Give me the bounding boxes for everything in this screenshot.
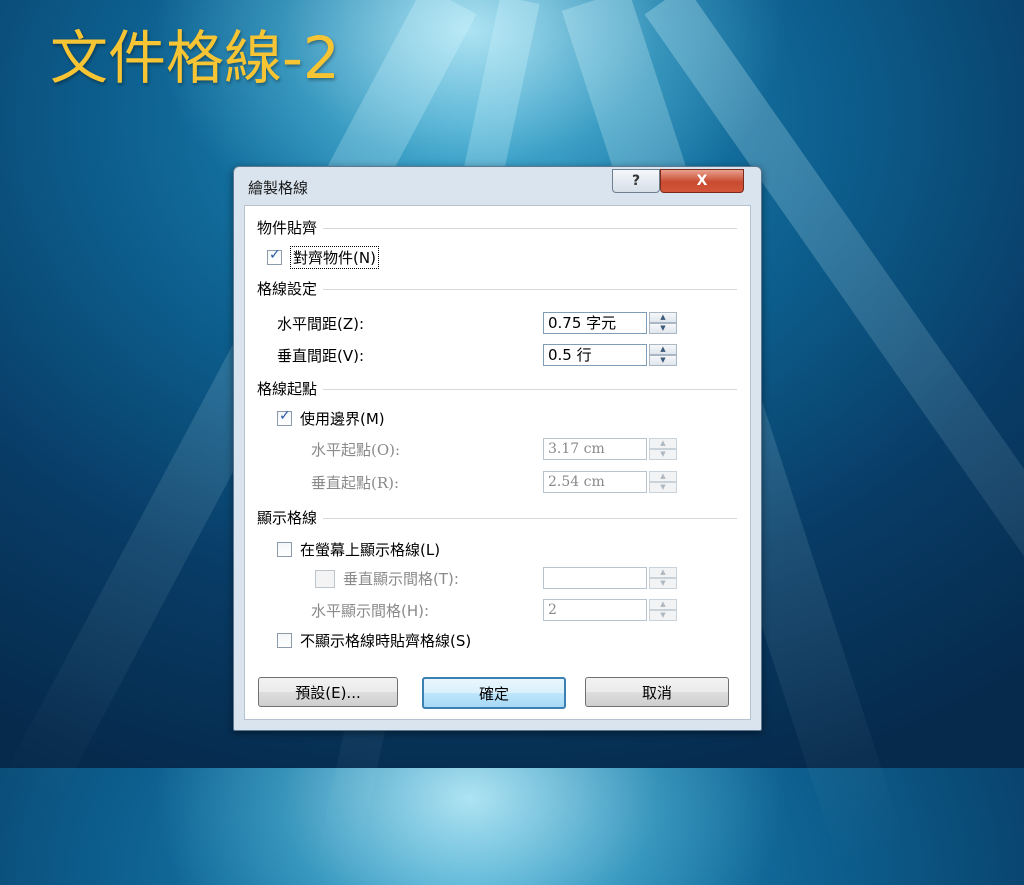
checkbox-box[interactable]: [277, 633, 292, 648]
spin-down-icon[interactable]: ▼: [649, 449, 677, 460]
vertical-spacing-label: 垂直間距(V):: [277, 345, 364, 366]
vertical-origin-input[interactable]: 2.54 cm: [543, 471, 647, 493]
check-icon: ✓: [269, 247, 281, 263]
dialog-titlebar[interactable]: 繪製格線 ? X: [234, 167, 761, 205]
checkbox-label: 對齊物件(N): [290, 246, 379, 269]
spin-buttons: ▲ ▼: [649, 599, 677, 621]
vertical-spacing-input[interactable]: 0.5 行: [543, 344, 647, 366]
group-label-show-grid: 顯示格線: [257, 507, 324, 528]
horizontal-spacing-input[interactable]: 0.75 字元: [543, 312, 647, 334]
snap-when-hidden-checkbox[interactable]: 不顯示格線時貼齊格線(S): [277, 630, 471, 651]
spin-down-icon[interactable]: ▼: [649, 610, 677, 621]
checkbox-box[interactable]: ✓: [267, 247, 282, 265]
button-label: 確定: [478, 684, 509, 703]
horizontal-spacing-stepper[interactable]: 0.75 字元 ▲ ▼: [543, 312, 679, 334]
snap-to-objects-checkbox[interactable]: ✓ 對齊物件(N): [267, 246, 379, 269]
close-button[interactable]: X: [660, 169, 744, 193]
label-text: 垂直起點(R):: [311, 474, 400, 492]
spin-up-icon[interactable]: ▲: [649, 567, 677, 578]
horizontal-origin-input[interactable]: 3.17 cm: [543, 438, 647, 460]
divider: [257, 228, 737, 229]
group-label-grid-origin: 格線起點: [257, 378, 324, 399]
horizontal-origin-label: 水平起點(O):: [311, 439, 400, 460]
slide-title: 文件格線-2: [50, 24, 340, 92]
horizontal-origin-stepper[interactable]: 3.17 cm ▲ ▼: [543, 438, 679, 460]
checkbox-box[interactable]: [277, 542, 292, 557]
close-icon: X: [696, 173, 708, 189]
label-text: 水平顯示間格(H):: [311, 602, 430, 620]
checkbox-label: 在螢幕上顯示格線(L): [300, 541, 441, 559]
horizontal-every-stepper[interactable]: 2 ▲ ▼: [543, 599, 679, 621]
spin-up-icon[interactable]: ▲: [649, 438, 677, 449]
dialog-title: 繪製格線: [248, 179, 309, 197]
spin-up-icon[interactable]: ▲: [649, 599, 677, 610]
help-icon: ?: [631, 173, 641, 189]
group-label-snap: 物件貼齊: [257, 217, 324, 238]
vertical-every-checkbox[interactable]: 垂直顯示間格(T):: [315, 568, 459, 589]
divider: [257, 389, 737, 390]
spin-down-icon[interactable]: ▼: [649, 482, 677, 493]
spin-up-icon[interactable]: ▲: [649, 344, 677, 355]
horizontal-every-label: 水平顯示間格(H):: [311, 600, 429, 621]
checkbox-box[interactable]: [315, 569, 335, 588]
ok-button[interactable]: 確定: [422, 677, 566, 709]
label-text: 垂直間距(V):: [277, 347, 365, 365]
spin-buttons: ▲ ▼: [649, 567, 677, 589]
spin-down-icon[interactable]: ▼: [649, 323, 677, 334]
button-label: 取消: [641, 683, 672, 702]
check-icon: ✓: [279, 408, 291, 424]
spin-down-icon[interactable]: ▼: [649, 578, 677, 589]
spin-down-icon[interactable]: ▼: [649, 355, 677, 366]
checkbox-label: 不顯示格線時貼齊格線(S): [300, 632, 472, 650]
horizontal-every-input[interactable]: 2: [543, 599, 647, 621]
label-text: 水平間距(Z):: [277, 315, 365, 333]
vertical-origin-stepper[interactable]: 2.54 cm ▲ ▼: [543, 471, 679, 493]
spin-buttons: ▲ ▼: [649, 471, 677, 493]
vertical-every-input[interactable]: [543, 567, 647, 589]
checkbox-box[interactable]: ✓: [277, 408, 292, 426]
display-on-screen-checkbox[interactable]: 在螢幕上顯示格線(L): [277, 539, 440, 560]
vertical-every-stepper[interactable]: ▲ ▼: [543, 567, 679, 589]
group-label-grid-settings: 格線設定: [257, 278, 324, 299]
use-margins-checkbox[interactable]: ✓ 使用邊界(M): [277, 408, 385, 429]
horizontal-spacing-label: 水平間距(Z):: [277, 313, 364, 334]
help-button[interactable]: ?: [612, 169, 660, 193]
spin-up-icon[interactable]: ▲: [649, 312, 677, 323]
divider: [257, 289, 737, 290]
vertical-origin-label: 垂直起點(R):: [311, 472, 399, 493]
grid-dialog: 繪製格線 ? X 物件貼齊 ✓ 對齊物件(N) 格線設定 水平間距(Z): 0.…: [233, 166, 762, 731]
cancel-button[interactable]: 取消: [585, 677, 729, 707]
spin-up-icon[interactable]: ▲: [649, 471, 677, 482]
vertical-spacing-stepper[interactable]: 0.5 行 ▲ ▼: [543, 344, 679, 366]
label-text: 水平起點(O):: [311, 441, 401, 459]
default-button[interactable]: 預設(E)...: [258, 677, 398, 707]
spin-buttons: ▲ ▼: [649, 312, 677, 334]
divider: [257, 518, 737, 519]
checkbox-label: 使用邊界(M): [300, 410, 385, 428]
button-label: 預設(E)...: [295, 683, 361, 702]
dialog-content: 物件貼齊 ✓ 對齊物件(N) 格線設定 水平間距(Z): 0.75 字元 ▲ ▼…: [244, 205, 751, 720]
checkbox-label: 垂直顯示間格(T):: [343, 570, 459, 588]
spin-buttons: ▲ ▼: [649, 438, 677, 460]
spin-buttons: ▲ ▼: [649, 344, 677, 366]
